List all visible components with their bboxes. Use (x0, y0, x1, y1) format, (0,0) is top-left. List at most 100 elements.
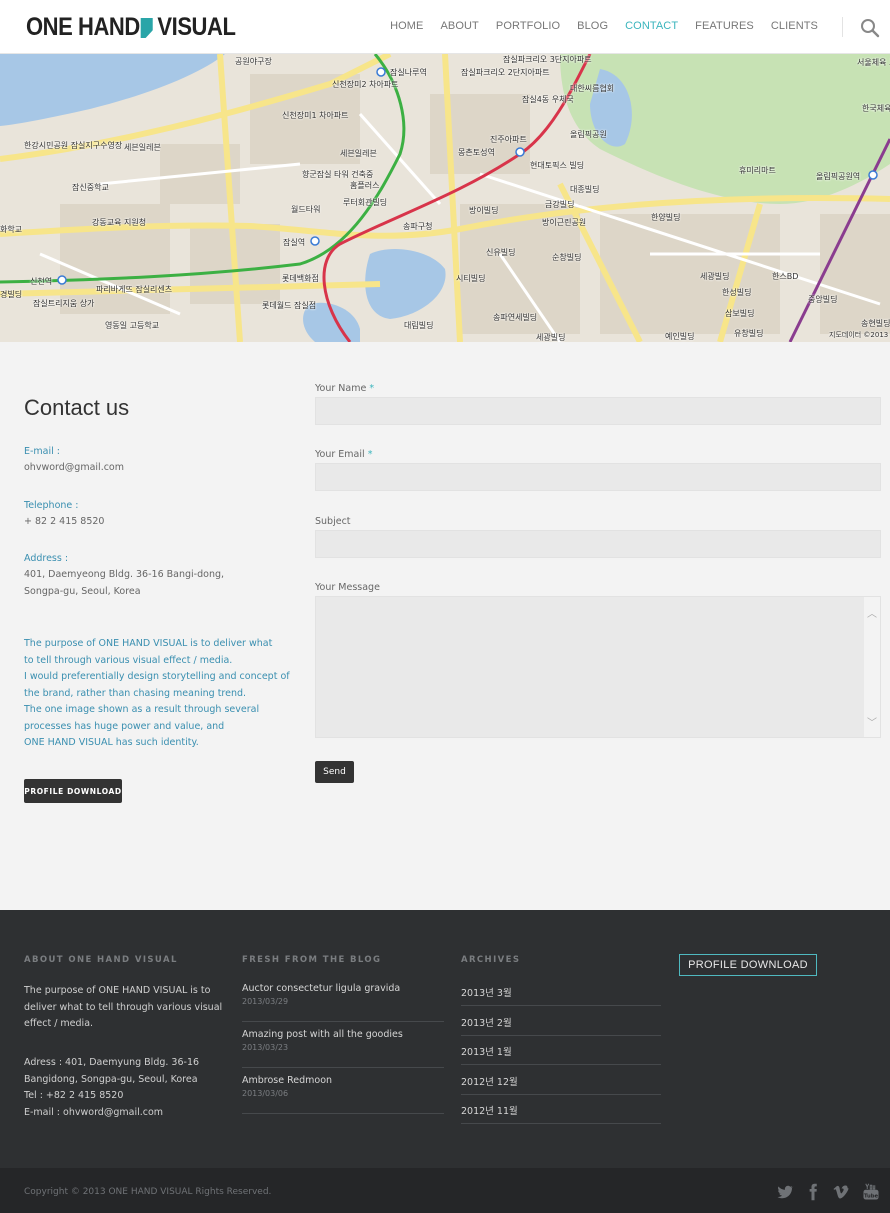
blog-post-date: 2013/03/29 (242, 997, 289, 1006)
scroll-up-icon[interactable]: ︿ (867, 605, 877, 620)
archive-link[interactable]: 2012년 11월 (461, 1094, 661, 1124)
nav-home[interactable]: HOME (390, 20, 423, 32)
blog-post-title[interactable]: Ambrose Redmoon (242, 1075, 444, 1086)
subject-field[interactable] (315, 530, 881, 558)
map-label: 공원야구장 (235, 57, 272, 66)
name-label-text: Your Name (315, 383, 367, 394)
map-label: 세븐일레븐 (124, 143, 161, 152)
map-label: 잠실파크리오 3단지아파트 (503, 55, 592, 64)
profile-download-button[interactable]: PROFILE DOWNLOAD (24, 779, 122, 803)
map-label: 파리바게뜨 잠실리센츠 (96, 285, 173, 294)
map-label: 잠실나루역 (390, 68, 427, 77)
email-label-text: Your Email (315, 449, 365, 460)
purpose-text: The purpose of ONE HAND VISUAL is to del… (24, 636, 290, 752)
map-label: 세광빌딩 (536, 333, 566, 342)
required-mark: * (369, 383, 375, 394)
map-label: 화학교 (0, 225, 23, 234)
map-label: 롯데월드 잠실점 (262, 301, 317, 310)
blog-post-title[interactable]: Amazing post with all the goodies (242, 1029, 444, 1040)
map-label: 삼보빌딩 (725, 309, 755, 318)
facebook-icon[interactable] (804, 1183, 822, 1201)
blog-post[interactable]: Amazing post with all the goodies 2013/0… (242, 1029, 444, 1068)
map-graphic (0, 54, 890, 342)
youtube-icon[interactable]: Tube (862, 1183, 880, 1201)
logo-mark-icon (140, 18, 154, 38)
archives-heading: ARCHIVES (461, 955, 521, 965)
map-label: 잠실4동 우체국 (522, 95, 574, 104)
map-label: 올림픽공원역 (816, 172, 861, 181)
textarea-scrollbar[interactable]: ︿ ﹀ (864, 597, 880, 737)
subject-label: Subject (315, 516, 351, 527)
map-label: 롯데백화점 (282, 274, 319, 283)
search-icon[interactable] (860, 18, 880, 38)
nav-about[interactable]: ABOUT (440, 20, 478, 32)
scroll-down-icon[interactable]: ﹀ (867, 714, 877, 729)
map-label: 대한씨름협회 (570, 84, 615, 93)
archive-link[interactable]: 2013년 3월 (461, 976, 661, 1006)
nav-blog[interactable]: BLOG (577, 20, 608, 32)
blog-post[interactable]: Auctor consectetur ligula gravida 2013/0… (242, 983, 444, 1022)
archive-link[interactable]: 2012년 12월 (461, 1065, 661, 1095)
blog-post-title[interactable]: Auctor consectetur ligula gravida (242, 983, 444, 994)
purpose-line: processes has huge power and value, and (24, 720, 225, 732)
nav-divider (842, 17, 843, 37)
map-label: 현대토픽스 빌딩 (530, 161, 585, 170)
footer-profile-download-button[interactable]: PROFILE DOWNLOAD (679, 954, 817, 976)
twitter-icon[interactable] (776, 1183, 794, 1201)
telephone-value: + 82 2 415 8520 (24, 516, 105, 527)
site-logo[interactable]: ONE HAND VISUAL (26, 12, 236, 41)
map-label: 루터회관빌딩 (343, 198, 388, 207)
map-label: 몽촌토성역 (458, 148, 495, 157)
map-label: 세븐일레븐 (340, 149, 377, 158)
nav-portfolio[interactable]: PORTFOLIO (496, 20, 560, 32)
vimeo-icon[interactable] (832, 1183, 850, 1201)
map-label: 한스BD (772, 272, 799, 281)
about-line: deliver what to tell through various vis… (24, 1001, 223, 1013)
map-attribution: 지도데이터 ©2013 (829, 331, 889, 339)
map-label: 강동교육 지원청 (92, 218, 147, 227)
message-textarea[interactable]: ︿ ﹀ (315, 596, 881, 738)
map-label: 올림픽공원 (570, 130, 607, 139)
purpose-line: The purpose of ONE HAND VISUAL is to del… (24, 638, 273, 649)
archive-link[interactable]: 2013년 1월 (461, 1035, 661, 1065)
blog-post[interactable]: Ambrose Redmoon 2013/03/06 (242, 1075, 444, 1114)
email-field-label: Your Email * (315, 449, 372, 460)
purpose-line: I would preferentially design storytelli… (24, 671, 290, 682)
message-label: Your Message (315, 582, 380, 593)
map-label: 한강시민공원 잠실지구수영장 (24, 141, 123, 150)
map-label: 신유빌딩 (486, 248, 516, 257)
email-label: E-mail : (24, 446, 61, 457)
about-heading: ABOUT ONE HAND VISUAL (24, 955, 178, 965)
email-value[interactable]: ohvword@gmail.com (24, 459, 124, 476)
nav-clients[interactable]: CLIENTS (771, 20, 818, 32)
map-label: 대종빌딩 (570, 185, 600, 194)
about-line: The purpose of ONE HAND VISUAL is to (24, 985, 211, 996)
archive-link[interactable]: 2013년 2월 (461, 1006, 661, 1036)
location-map[interactable]: 잠실나루역 신천장미2 차아파트 잠실파크리오 3단지아파트 잠실파크리오 2단… (0, 54, 890, 342)
name-field[interactable] (315, 397, 881, 425)
footer-tel: Tel : +82 2 415 8520 (24, 1090, 124, 1101)
logo-text-left: ONE HAND (26, 12, 140, 41)
svg-text:Tube: Tube (864, 1193, 879, 1199)
nav-contact[interactable]: CONTACT (625, 20, 678, 32)
footer-email: E-mail : ohvword@gmail.com (24, 1106, 164, 1118)
main-nav: HOME ABOUT PORTFOLIO BLOG CONTACT FEATUR… (390, 20, 818, 32)
map-label: 송파구청 (403, 222, 433, 231)
send-button[interactable]: Send (315, 761, 354, 783)
copyright: Copyright © 2013 ONE HAND VISUAL Rights … (24, 1187, 272, 1197)
map-label: 신천역 (30, 277, 53, 286)
map-label: 한성빌딩 (722, 288, 752, 297)
blog-heading: FRESH FROM THE BLOG (242, 955, 382, 965)
email-field[interactable] (315, 463, 881, 491)
map-label: 순창빌딩 (552, 253, 582, 262)
footer-contact: Adress : 401, Daemyung Bldg. 36-16 Bangi… (24, 1055, 199, 1121)
map-label: 대림빌딩 (404, 321, 434, 330)
purpose-line: ONE HAND VISUAL has such identity. (24, 737, 199, 748)
map-label: 송현빌딩 (861, 319, 890, 328)
map-label: 한국체육 대학교 (862, 104, 890, 113)
address-label: Address : (24, 553, 69, 564)
nav-features[interactable]: FEATURES (695, 20, 754, 32)
map-label: 방이근린공원 (542, 218, 587, 227)
map-label: 유창빌딩 (734, 329, 764, 338)
logo-text-right: VISUAL (157, 12, 236, 41)
